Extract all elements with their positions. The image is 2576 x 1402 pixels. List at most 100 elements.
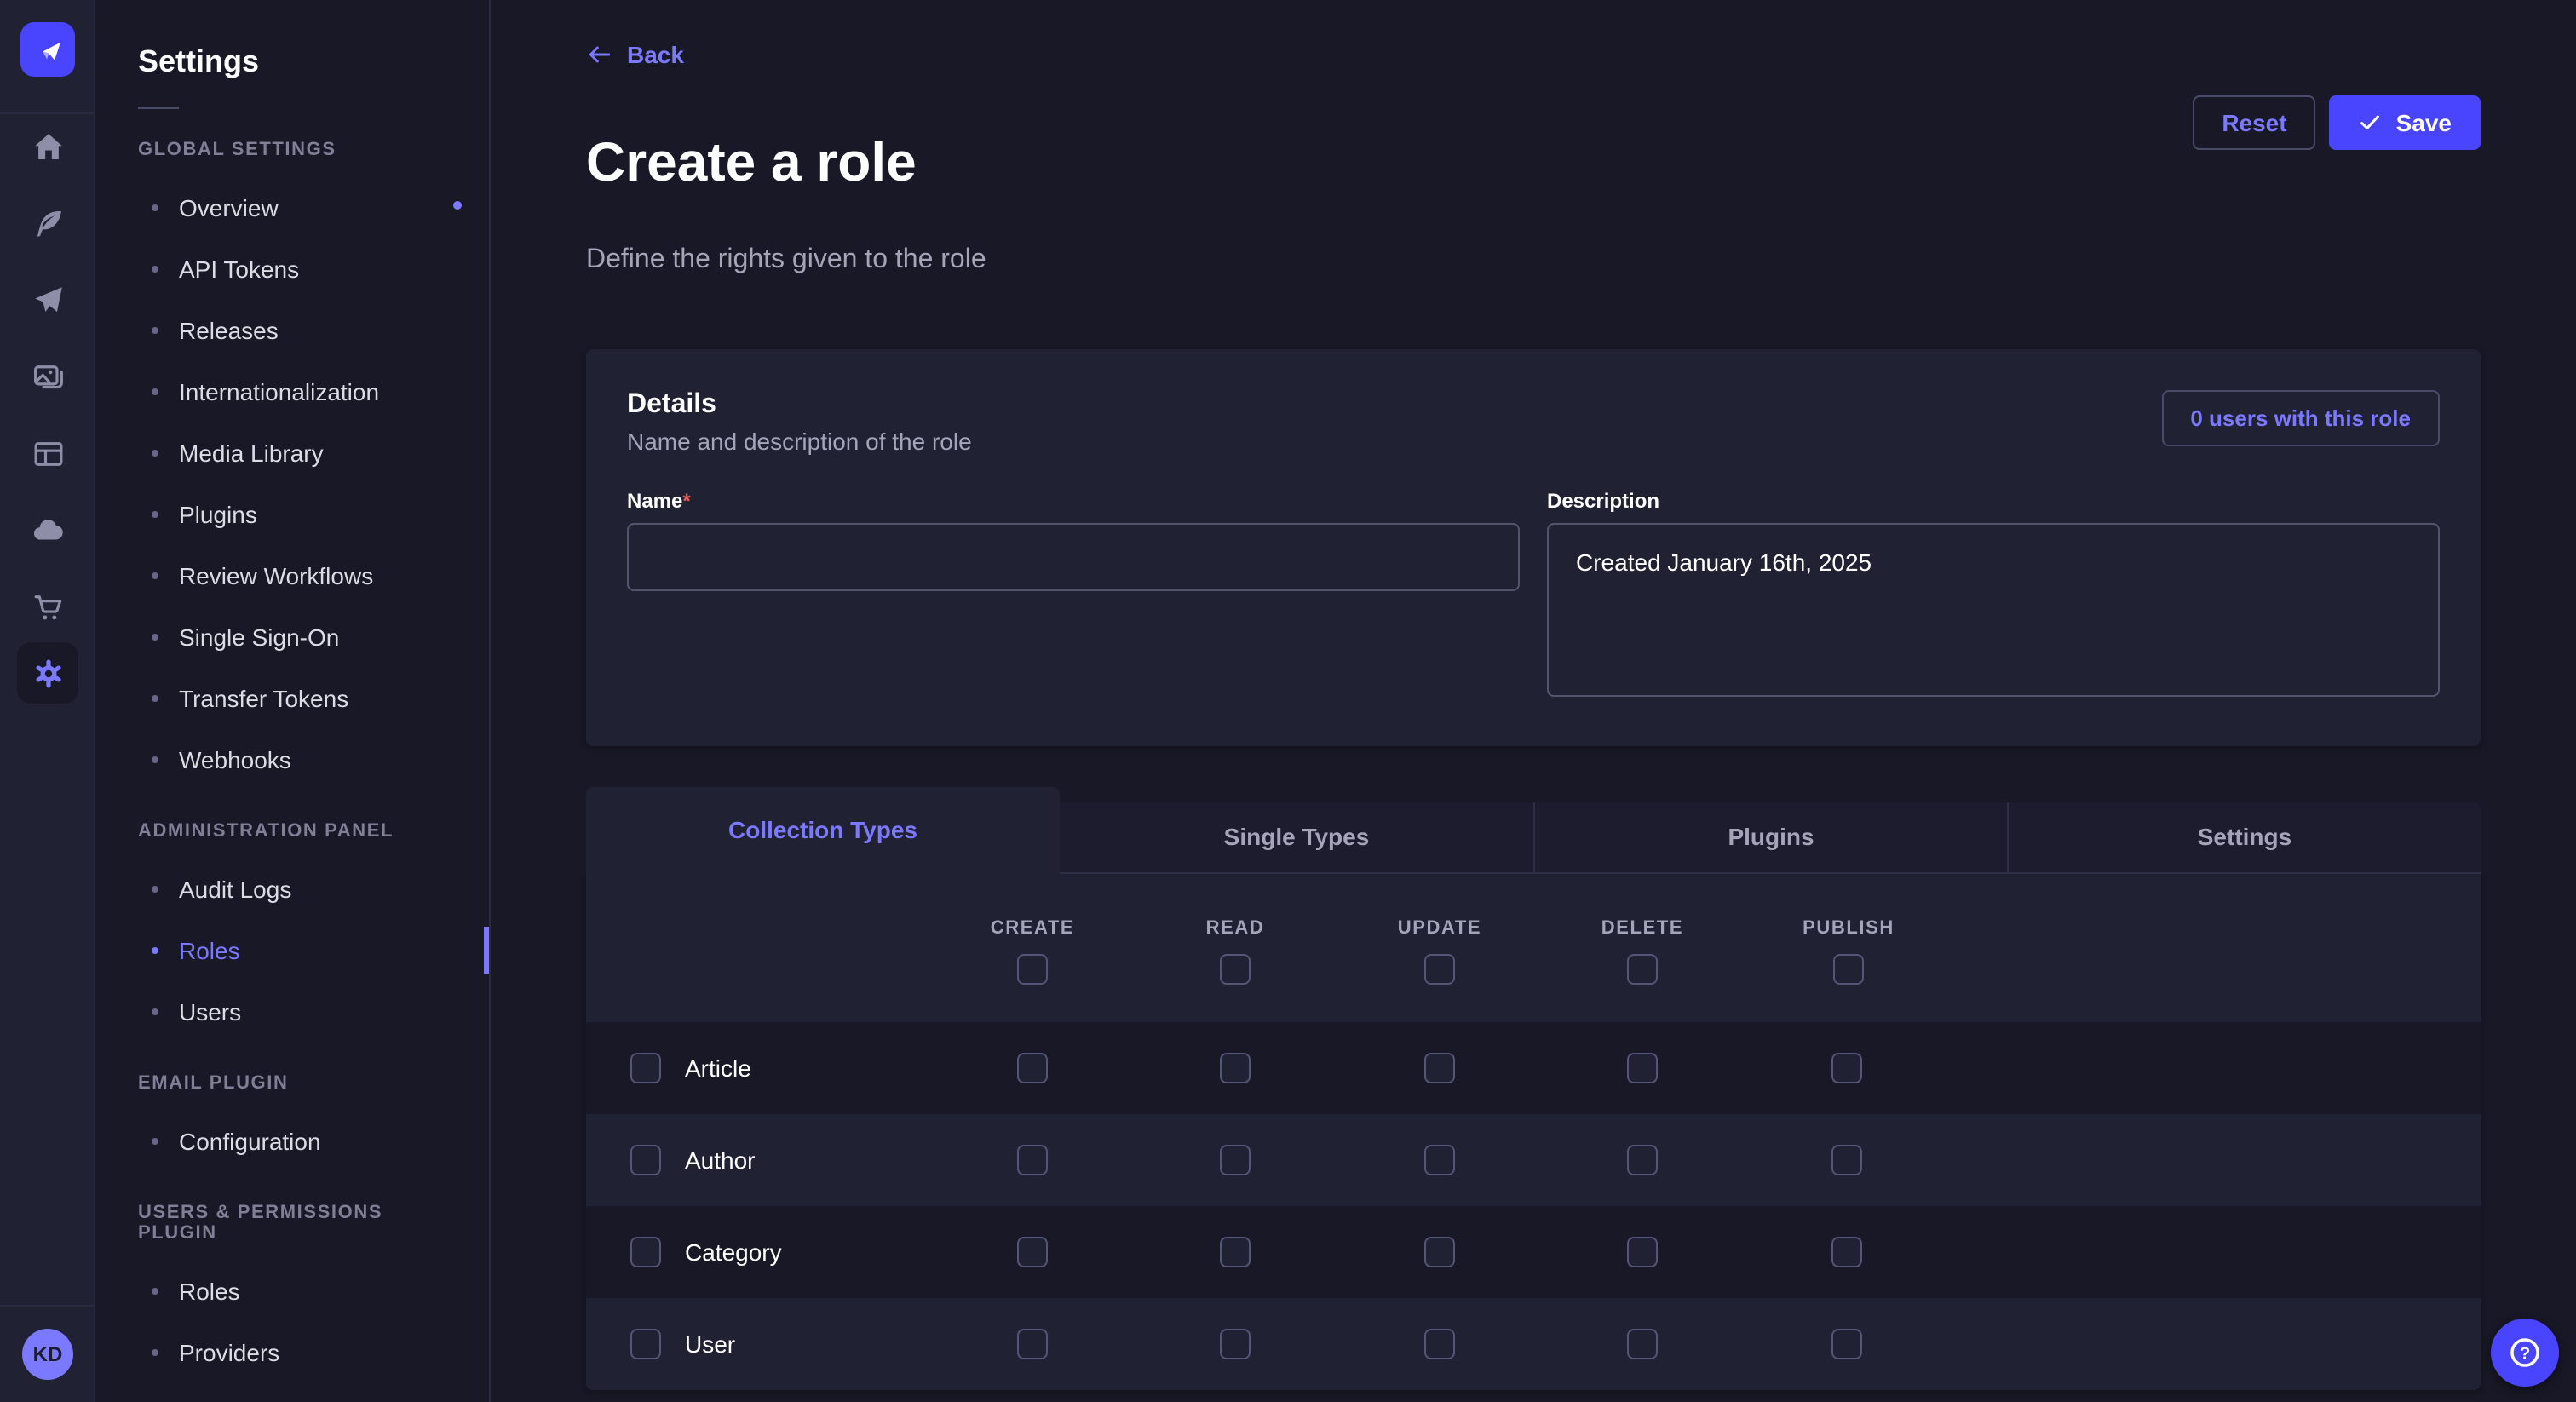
subnav-item-roles[interactable]: Roles	[97, 920, 489, 981]
reset-button[interactable]: Reset	[2193, 95, 2315, 150]
back-link[interactable]: Back	[586, 41, 684, 68]
user-update-checkbox[interactable]	[1424, 1329, 1455, 1359]
content-type-label: Author	[685, 1146, 756, 1174]
author-read-checkbox[interactable]	[1220, 1145, 1251, 1175]
name-input[interactable]	[627, 523, 1520, 591]
content-manager-icon[interactable]	[24, 199, 72, 247]
page-title: Create a role	[586, 130, 917, 195]
select-all-checkbox[interactable]	[1220, 954, 1251, 985]
bullet-icon	[152, 511, 158, 518]
user-publish-checkbox[interactable]	[1831, 1329, 1862, 1359]
subnav-item-webhooks[interactable]: Webhooks	[97, 729, 489, 790]
subnav-item-configuration[interactable]: Configuration	[97, 1111, 489, 1172]
help-button[interactable]: ?	[2491, 1319, 2559, 1387]
save-button[interactable]: Save	[2330, 95, 2481, 150]
subnav-item-single-sign-on[interactable]: Single Sign-On	[97, 606, 489, 668]
permissions-header-row: Create Read Update Delete Publish	[586, 874, 2481, 1022]
users-with-role-button[interactable]: 0 users with this role	[2161, 390, 2440, 446]
permission-column-label: Read	[1206, 918, 1265, 939]
row-select-checkbox[interactable]	[630, 1053, 661, 1083]
author-publish-checkbox[interactable]	[1831, 1145, 1862, 1175]
subnav-item-transfer-tokens[interactable]: Transfer Tokens	[97, 668, 489, 729]
settings-subnav: Settings GLOBAL SETTINGS Overview API To…	[97, 0, 491, 1402]
permissions-section: Collection Types Single Types Plugins Se…	[586, 787, 2481, 1390]
subnav-item-label: API Tokens	[179, 256, 299, 283]
subnav-item-label: Providers	[179, 1339, 279, 1366]
user-delete-checkbox[interactable]	[1627, 1329, 1658, 1359]
page-subtitle: Define the rights given to the role	[586, 245, 2481, 276]
user-avatar[interactable]: KD	[22, 1329, 73, 1380]
content-type-label: User	[685, 1330, 735, 1358]
category-update-checkbox[interactable]	[1424, 1237, 1455, 1267]
media-library-icon[interactable]	[24, 353, 72, 400]
subnav-item-label: Plugins	[179, 501, 257, 528]
main-nav-rail: KD	[0, 0, 95, 1402]
bullet-icon	[152, 634, 158, 641]
author-delete-checkbox[interactable]	[1627, 1145, 1658, 1175]
reset-label: Reset	[2222, 109, 2286, 136]
user-read-checkbox[interactable]	[1220, 1329, 1251, 1359]
tab-label: Settings	[2198, 824, 2291, 851]
select-all-checkbox[interactable]	[1833, 954, 1864, 985]
row-select-checkbox[interactable]	[630, 1329, 661, 1359]
cloud-icon[interactable]	[24, 506, 72, 554]
article-create-checkbox[interactable]	[1017, 1053, 1048, 1083]
subnav-item-users[interactable]: Users	[97, 981, 489, 1043]
subnav-section-label: GLOBAL SETTINGS	[138, 140, 448, 160]
category-publish-checkbox[interactable]	[1831, 1237, 1862, 1267]
author-create-checkbox[interactable]	[1017, 1145, 1048, 1175]
subnav-section: GLOBAL SETTINGS Overview API Tokens Rele…	[97, 140, 489, 790]
subnav-section: ADMINISTRATION PANEL Audit Logs Roles Us…	[97, 821, 489, 1043]
home-icon[interactable]	[24, 123, 72, 170]
permission-column-label: Create	[991, 918, 1074, 939]
content-type-row-article: Article	[586, 1022, 2481, 1114]
subnav-item-api-tokens[interactable]: API Tokens	[97, 238, 489, 300]
article-update-checkbox[interactable]	[1424, 1053, 1455, 1083]
tab-label: Single Types	[1224, 824, 1370, 851]
select-all-checkbox[interactable]	[1424, 954, 1455, 985]
row-select-checkbox[interactable]	[630, 1237, 661, 1267]
subnav-item-internationalization[interactable]: Internationalization	[97, 361, 489, 422]
rail-divider	[0, 112, 95, 114]
tab-collection-types[interactable]: Collection Types	[586, 787, 1060, 874]
bullet-icon	[152, 572, 158, 579]
bullet-icon	[152, 266, 158, 273]
row-select-checkbox[interactable]	[630, 1145, 661, 1175]
category-delete-checkbox[interactable]	[1627, 1237, 1658, 1267]
content-type-label: Category	[685, 1238, 782, 1266]
tab-plugins[interactable]: Plugins	[1533, 802, 2007, 874]
subnav-item-overview[interactable]: Overview	[97, 177, 489, 238]
subnav-item-media-library[interactable]: Media Library	[97, 422, 489, 484]
article-delete-checkbox[interactable]	[1627, 1053, 1658, 1083]
select-all-checkbox[interactable]	[1017, 954, 1048, 985]
layouts-icon[interactable]	[24, 429, 72, 477]
description-textarea[interactable]: Created January 16th, 2025	[1547, 523, 2440, 697]
settings-gear-icon[interactable]	[17, 642, 78, 704]
user-create-checkbox[interactable]	[1017, 1329, 1048, 1359]
select-all-checkbox[interactable]	[1627, 954, 1658, 985]
subnav-item-providers[interactable]: Providers	[97, 1322, 489, 1383]
strapi-logo[interactable]	[20, 22, 75, 77]
tab-single-types[interactable]: Single Types	[1060, 802, 1533, 874]
subnav-item-releases[interactable]: Releases	[97, 300, 489, 361]
details-subtitle: Name and description of the role	[627, 428, 972, 455]
subnav-item-review-workflows[interactable]: Review Workflows	[97, 545, 489, 606]
article-publish-checkbox[interactable]	[1831, 1053, 1862, 1083]
subnav-item-plugins[interactable]: Plugins	[97, 484, 489, 545]
article-read-checkbox[interactable]	[1220, 1053, 1251, 1083]
subnav-section-label: EMAIL PLUGIN	[138, 1073, 448, 1094]
tab-settings[interactable]: Settings	[2007, 802, 2481, 874]
send-plane-icon[interactable]	[24, 276, 72, 324]
bullet-icon	[152, 450, 158, 457]
subnav-item-roles[interactable]: Roles	[97, 1261, 489, 1322]
subnav-section-label: USERS & PERMISSIONS PLUGIN	[138, 1203, 448, 1244]
author-update-checkbox[interactable]	[1424, 1145, 1455, 1175]
permission-column-label: Delete	[1601, 918, 1683, 939]
subnav-item-audit-logs[interactable]: Audit Logs	[97, 859, 489, 920]
marketplace-cart-icon[interactable]	[24, 583, 72, 630]
back-arrow-icon	[586, 41, 613, 68]
subnav-item-label: Roles	[179, 1278, 240, 1305]
category-create-checkbox[interactable]	[1017, 1237, 1048, 1267]
category-read-checkbox[interactable]	[1220, 1237, 1251, 1267]
tab-label: Collection Types	[728, 817, 917, 844]
